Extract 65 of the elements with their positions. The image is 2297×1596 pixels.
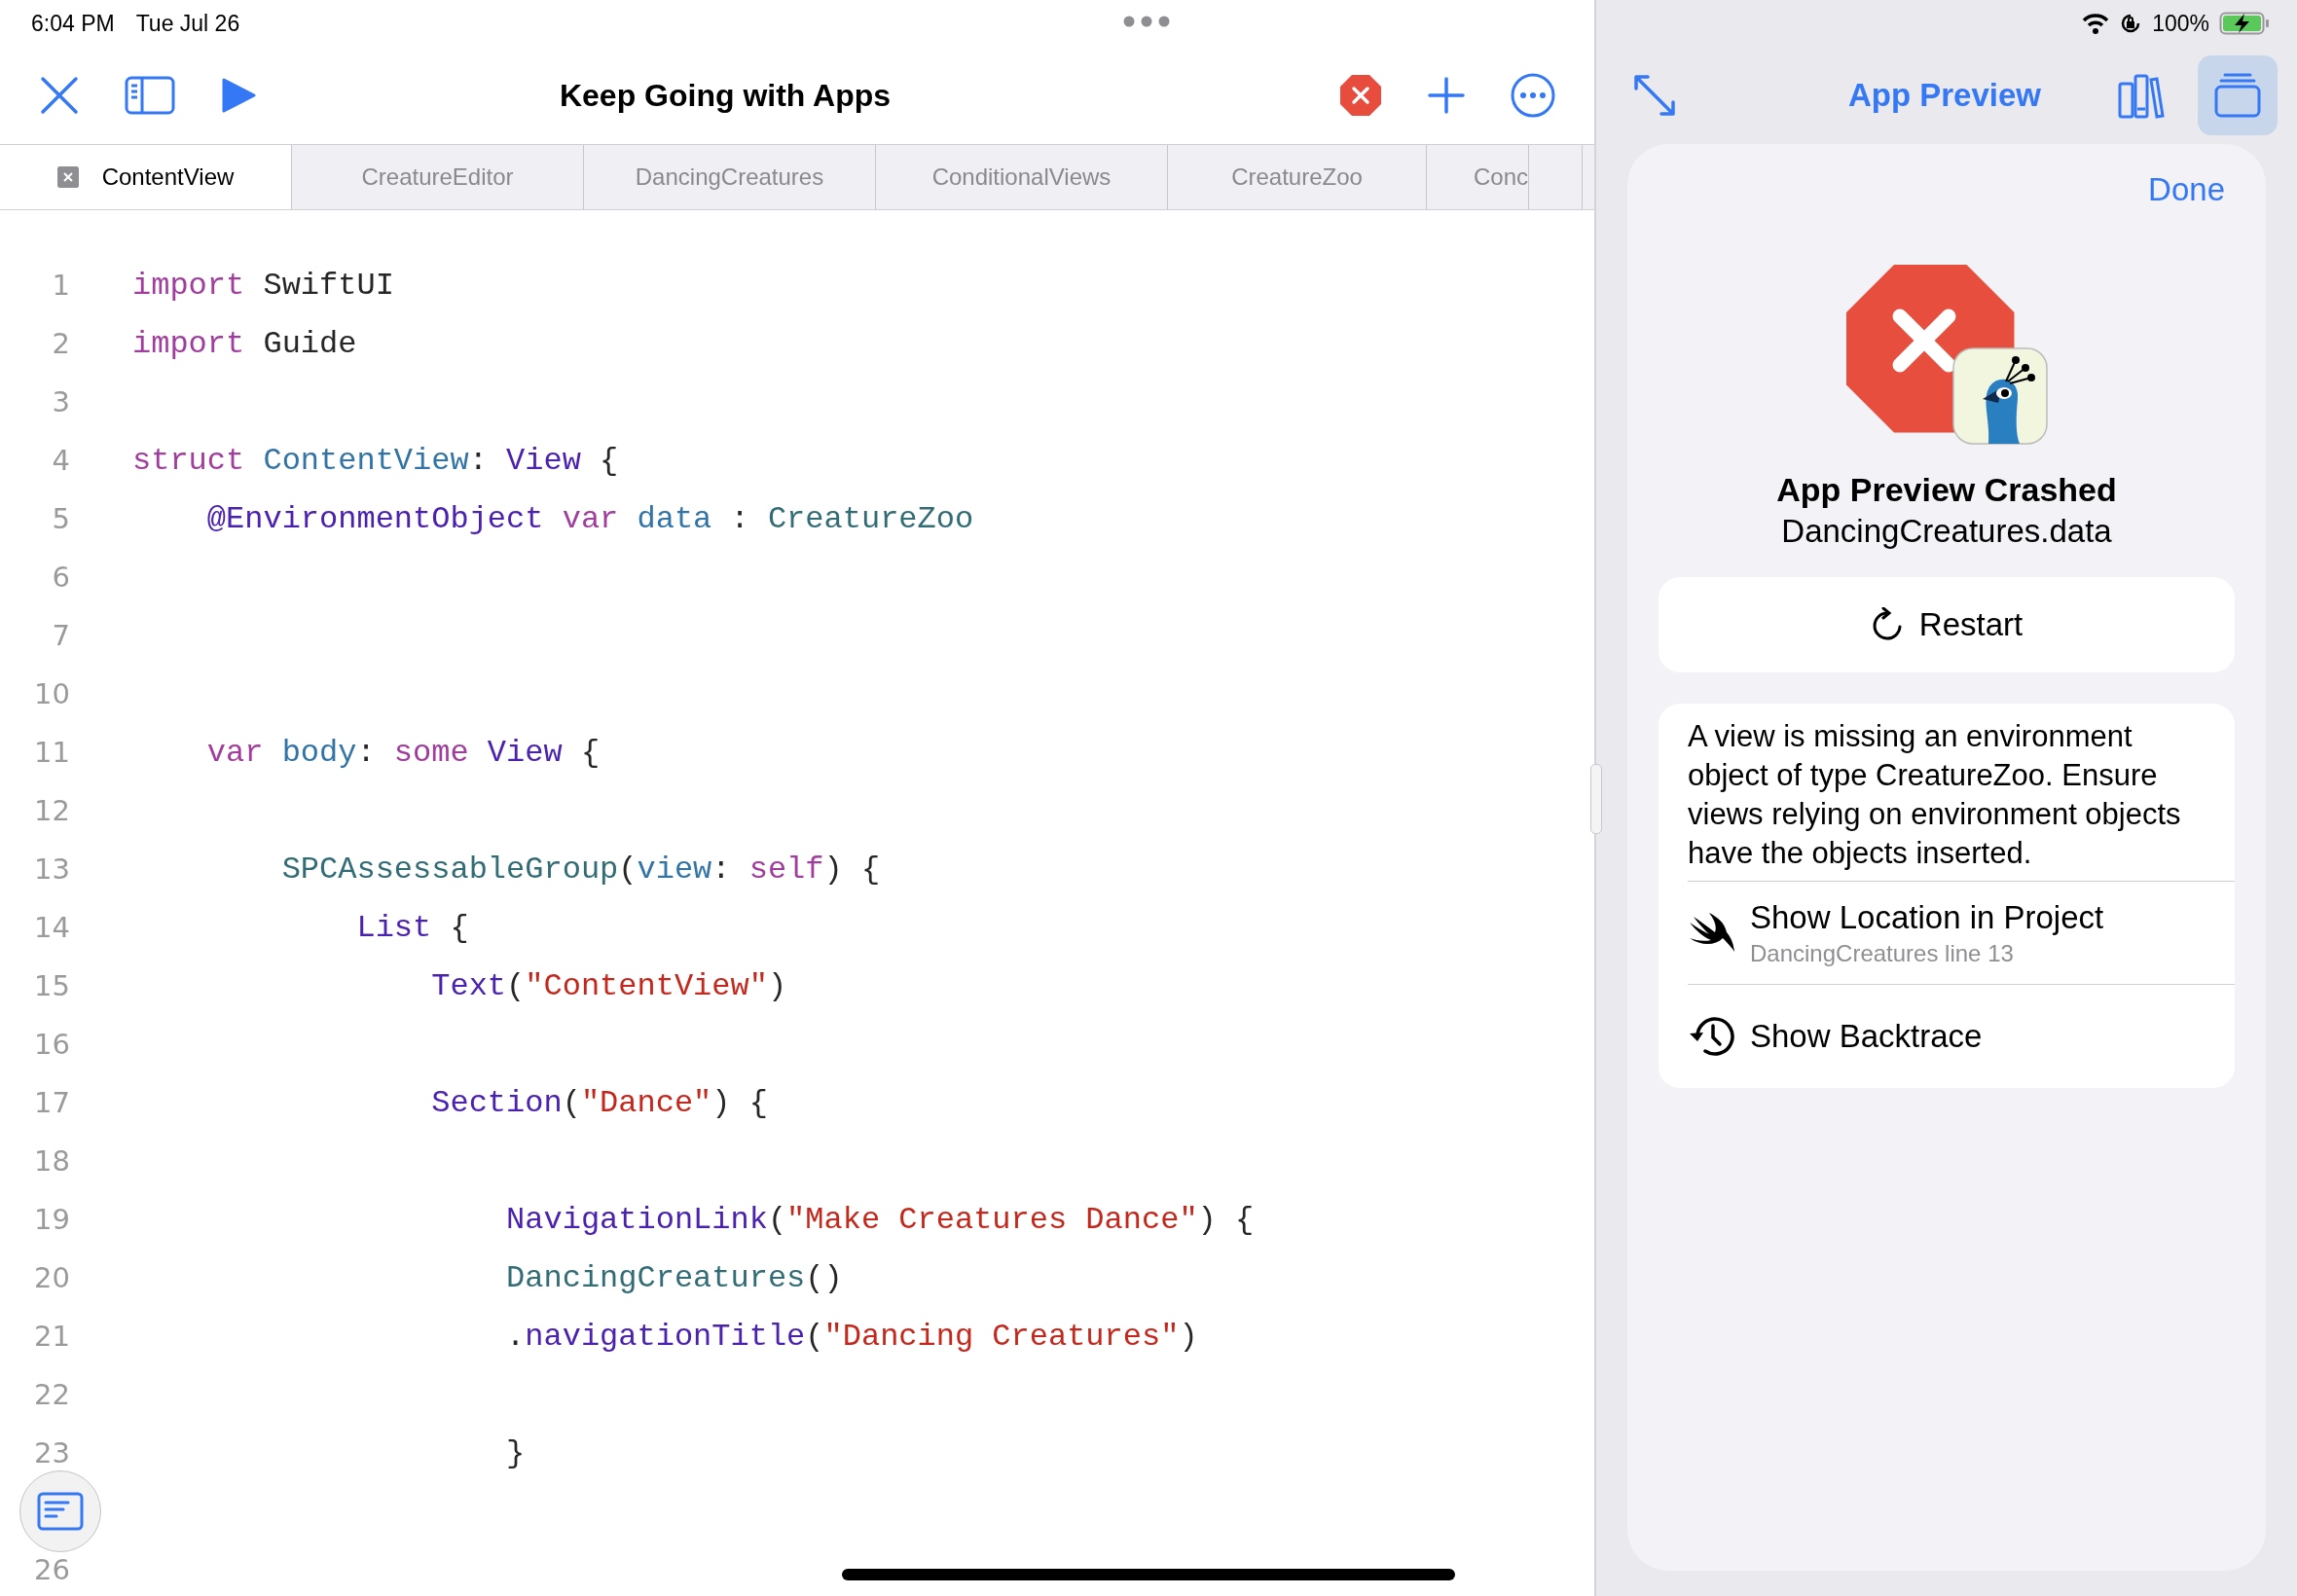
line-number: 17 (33, 1086, 70, 1119)
line-number: 18 (33, 1144, 70, 1178)
split-handle[interactable] (1590, 764, 1602, 834)
line-number: 20 (33, 1261, 70, 1294)
code-line: var body: some View { (205, 734, 601, 771)
status-date: Tue Jul 26 (135, 10, 240, 37)
line-number: 3 (51, 385, 70, 418)
line-number: 26 (33, 1553, 70, 1586)
code-line: SPCAssessableGroup(view: self) { (280, 851, 881, 888)
line-number: 16 (33, 1028, 70, 1061)
document-icon[interactable] (37, 1492, 84, 1531)
preview-title: App Preview (1846, 77, 2043, 114)
windows-icon[interactable] (2214, 73, 2261, 118)
windows-button[interactable] (2198, 55, 2278, 135)
line-number: 12 (33, 794, 70, 827)
error-message: A view is missing an environment object of type CreatureZoo. Ensure views relying on environment objects have the objects inserted. (1688, 704, 2235, 882)
project-title: Keep Going with Apps (558, 77, 893, 114)
tab-close-icon[interactable] (56, 166, 79, 188)
code-line: } (505, 1434, 526, 1471)
error-action-row[interactable]: Show Location in Project DancingCreatures line 13 (1688, 882, 2235, 985)
code-line: DancingCreatures() (505, 1259, 843, 1296)
line-number: 13 (33, 852, 70, 886)
multitasking-dots-icon[interactable] (1123, 16, 1170, 27)
wifi-icon (2082, 13, 2110, 34)
code-line: @EnvironmentObject var data : CreatureZoo (205, 500, 974, 537)
line-number: 19 (33, 1203, 70, 1236)
close-button[interactable] (39, 75, 80, 116)
code-line: .navigationTitle("Dancing Creatures") (505, 1318, 1198, 1355)
line-number: 14 (33, 911, 70, 944)
line-number: 15 (33, 969, 70, 1002)
line-number: 2 (51, 327, 70, 360)
restart-button[interactable]: Restart (1659, 577, 2235, 672)
sidebar-toggle-button[interactable] (125, 76, 175, 115)
run-button[interactable] (220, 77, 257, 114)
error-action-row[interactable]: Show Backtrace (1688, 985, 2235, 1088)
line-number: 21 (33, 1320, 70, 1353)
code-line: struct ContentView: View { (132, 442, 619, 479)
code-line: NavigationLink("Make Creatures Dance") { (505, 1201, 1255, 1238)
history-clock-icon (1688, 1014, 1736, 1059)
line-number: 6 (51, 561, 70, 594)
crash-file-name: DancingCreatures.data (1781, 513, 2112, 550)
line-number: 11 (33, 736, 70, 769)
done-button[interactable]: Done (2148, 171, 2225, 208)
crash-title: App Preview Crashed (1776, 471, 2117, 509)
code-line: List { (355, 909, 469, 946)
error-stop-button[interactable] (1339, 74, 1382, 117)
more-button[interactable] (1511, 73, 1555, 118)
line-number: 4 (51, 444, 70, 477)
line-number: 7 (51, 619, 70, 652)
code-line: import SwiftUI (132, 267, 394, 304)
line-number: 23 (33, 1436, 70, 1469)
battery-percentage: 100% (2152, 10, 2209, 37)
add-button[interactable] (1427, 76, 1466, 115)
line-number: 10 (33, 677, 70, 710)
code-line: Text("ContentView") (430, 967, 787, 1004)
code-line: Section("Dance") { (430, 1084, 768, 1121)
expand-button[interactable] (1633, 74, 1676, 117)
swift-bird-icon (1688, 912, 1736, 954)
code-line: import Guide (132, 325, 357, 362)
status-time: 6:04 PM (31, 10, 115, 37)
line-number: 5 (51, 502, 70, 535)
battery-charging-icon (2219, 12, 2270, 35)
line-number: 22 (33, 1378, 70, 1411)
line-number: 1 (51, 269, 70, 302)
file-tab[interactable]: ContentView (0, 145, 292, 209)
